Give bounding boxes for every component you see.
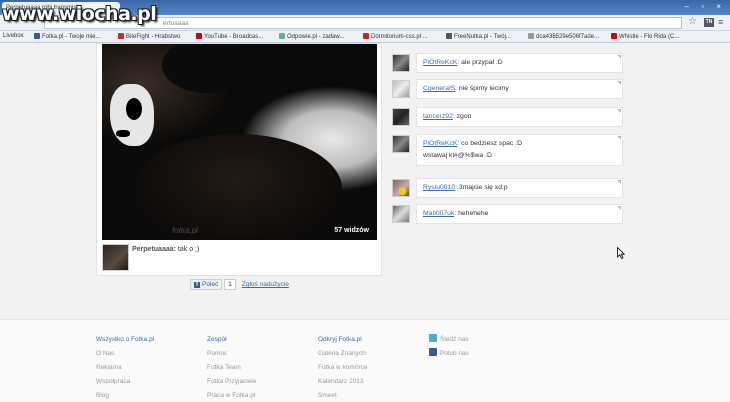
bookmark-item[interactable]: Dormitorium-css.pl ... [363,33,428,40]
footer-link[interactable]: Reklama [96,361,154,375]
list-item: tancerz92: zgon [392,107,624,129]
like-count: 1 [224,279,236,290]
extension-icon[interactable]: TN [704,18,714,27]
footer-column: Wszystko o Fotka.pl O Nas Reklama Współp… [96,333,154,402]
footer-link[interactable]: Fotka Przyjaciele [207,375,257,389]
comment-bubble: PiOtReKcK: ale przypał :D [416,53,623,73]
comment-author[interactable]: Mati007uk [423,210,454,217]
list-item: Rysiu0810: 3majcie się xd:p [392,178,624,200]
footer-link[interactable]: Fotka Team [207,361,257,375]
comment-text: hehehehe [458,210,489,217]
footer-column: Zespół Pomoc Fotka Team Fotka Przyjaciel… [207,333,257,402]
avatar[interactable] [392,205,410,223]
comment-text: co bedziesz spac :D [461,140,522,147]
comment-text: wstawaj kl#@%$wa :D [423,152,492,159]
mouse-cursor-icon [617,247,625,259]
bookmark-item[interactable]: Whistle - Flo Rida (C... [611,33,679,40]
avatar[interactable] [392,135,410,153]
bookmark-star-icon[interactable]: ☆ [688,16,697,27]
list-item: PiOtReKcK: ale przypał :D [392,53,624,75]
footer-link[interactable]: O Nas [96,347,154,361]
comment-bubble: tancerz92: zgon [416,107,623,127]
avatar[interactable] [392,108,410,126]
bookmark-favicon-icon [446,33,452,39]
youtube-icon [196,33,202,39]
site-watermark: www.wiocha.pl [2,3,157,25]
footer-link[interactable]: Współpraca [96,375,154,389]
video-player[interactable]: fotka.pl 57 widzów [102,44,377,240]
footer-social: Śledź nas Polub nas [429,333,469,361]
comment-author[interactable]: tancerz92 [423,113,453,120]
list-item: PiOtReKcK: co bedziesz spac :D wstawaj k… [392,134,624,170]
comment-bubble: CgeneralS: nie śpimy lecimy [416,79,623,99]
page-content: fotka.pl 57 widzów Perpetuaaaa: tak o ;)… [0,43,730,402]
bookmark-item[interactable]: FreeNutka.pl - Twój... [446,33,511,40]
bookmark-item[interactable]: BiteFight - Hrabstwo [118,33,180,40]
footer-link[interactable]: Blog [96,389,154,402]
footer-heading[interactable]: Wszystko o Fotka.pl [96,333,154,347]
footer-link[interactable]: Pomoc [207,347,257,361]
footer-link[interactable]: Smeet [318,389,368,402]
bookmark-favicon-icon [363,33,369,39]
comment-text: nie śpimy lecimy [458,85,509,92]
twitter-follow-link[interactable]: Śledź nas [429,333,469,347]
facebook-like-link[interactable]: Polub nas [429,347,469,361]
footer-column: Odkryj Fotka.pl Galeria Znanych Fotka w … [318,333,368,402]
post-author[interactable]: Perpetuaaaa: [132,246,176,253]
youtube-icon [611,33,617,39]
comment-bubble: PiOtReKcK: co bedziesz spac :D wstawaj k… [416,134,623,166]
share-bar: f Poleć 1 Zgłoś nadużycie [190,279,289,290]
avatar[interactable] [102,244,129,271]
facebook-icon: f [194,282,200,288]
window-controls[interactable]: – ▫ × [685,2,726,11]
video-mascot-face [110,84,154,146]
comment-text: ale przypał :D [461,59,503,66]
avatar[interactable] [392,80,410,98]
post-text: tak o ;) [177,246,200,253]
facebook-icon [429,348,437,356]
comment-author[interactable]: Rysiu0810 [423,184,455,191]
footer-link[interactable]: Fotka w komórce [318,361,368,375]
comment-text: zgon [456,113,472,120]
comment-text: 3majcie się xd:p [458,184,508,191]
facebook-like-button[interactable]: f Poleć [190,279,223,290]
comment-bubble: Rysiu0810: 3majcie się xd:p [416,178,623,198]
address-text: ertuaaaa [163,20,189,27]
bookmark-favicon-icon [34,33,40,39]
bookmarks-bar: Livebox Fotka.pl - Twoje mie... BiteFigh… [0,31,730,43]
footer-heading[interactable]: Zespół [207,333,257,347]
bookmark-item[interactable]: Livebox [3,33,24,39]
bookmark-item[interactable]: dca438529e506f7ade... [528,33,599,40]
bookmark-favicon-icon [528,33,534,39]
comment-author[interactable]: CgeneralS [423,85,455,92]
video-watermark: fotka.pl [172,226,198,235]
bookmark-item[interactable]: YouTube - Broadcas... [196,33,263,40]
footer-link[interactable]: Kalendarz 2013 [318,375,368,389]
footer-heading[interactable]: Odkryj Fotka.pl [318,333,368,347]
footer-link[interactable]: Praca w Fotka.pl [207,389,257,402]
bookmark-favicon-icon [279,33,285,39]
comment-bubble: Mati007uk: hehehehe [416,204,623,224]
bookmark-item[interactable]: Odpowie.pl - zadaw... [279,33,344,40]
avatar[interactable] [392,54,410,72]
list-item: Mati007uk: hehehehe [392,204,624,226]
report-abuse-link[interactable]: Zgłoś nadużycie [242,281,289,288]
list-item: CgeneralS: nie śpimy lecimy [392,79,624,101]
twitter-icon [429,334,437,342]
footer-link[interactable]: Galeria Znanych [318,347,368,361]
viewer-count: 57 widzów [334,227,369,234]
comment-author[interactable]: PiOtReKcK [423,59,457,66]
avatar[interactable] [392,179,410,197]
streamer-post: Perpetuaaaa: tak o ;) [102,244,377,272]
bookmark-item[interactable]: Fotka.pl - Twoje mie... [34,33,101,40]
menu-icon[interactable]: ≡ [718,17,723,27]
comment-author[interactable]: PiOtReKcK [423,140,457,147]
site-footer: Wszystko o Fotka.pl O Nas Reklama Współp… [0,319,730,402]
bookmark-favicon-icon [118,33,124,39]
stream-card: fotka.pl 57 widzów Perpetuaaaa: tak o ;) [96,43,382,276]
